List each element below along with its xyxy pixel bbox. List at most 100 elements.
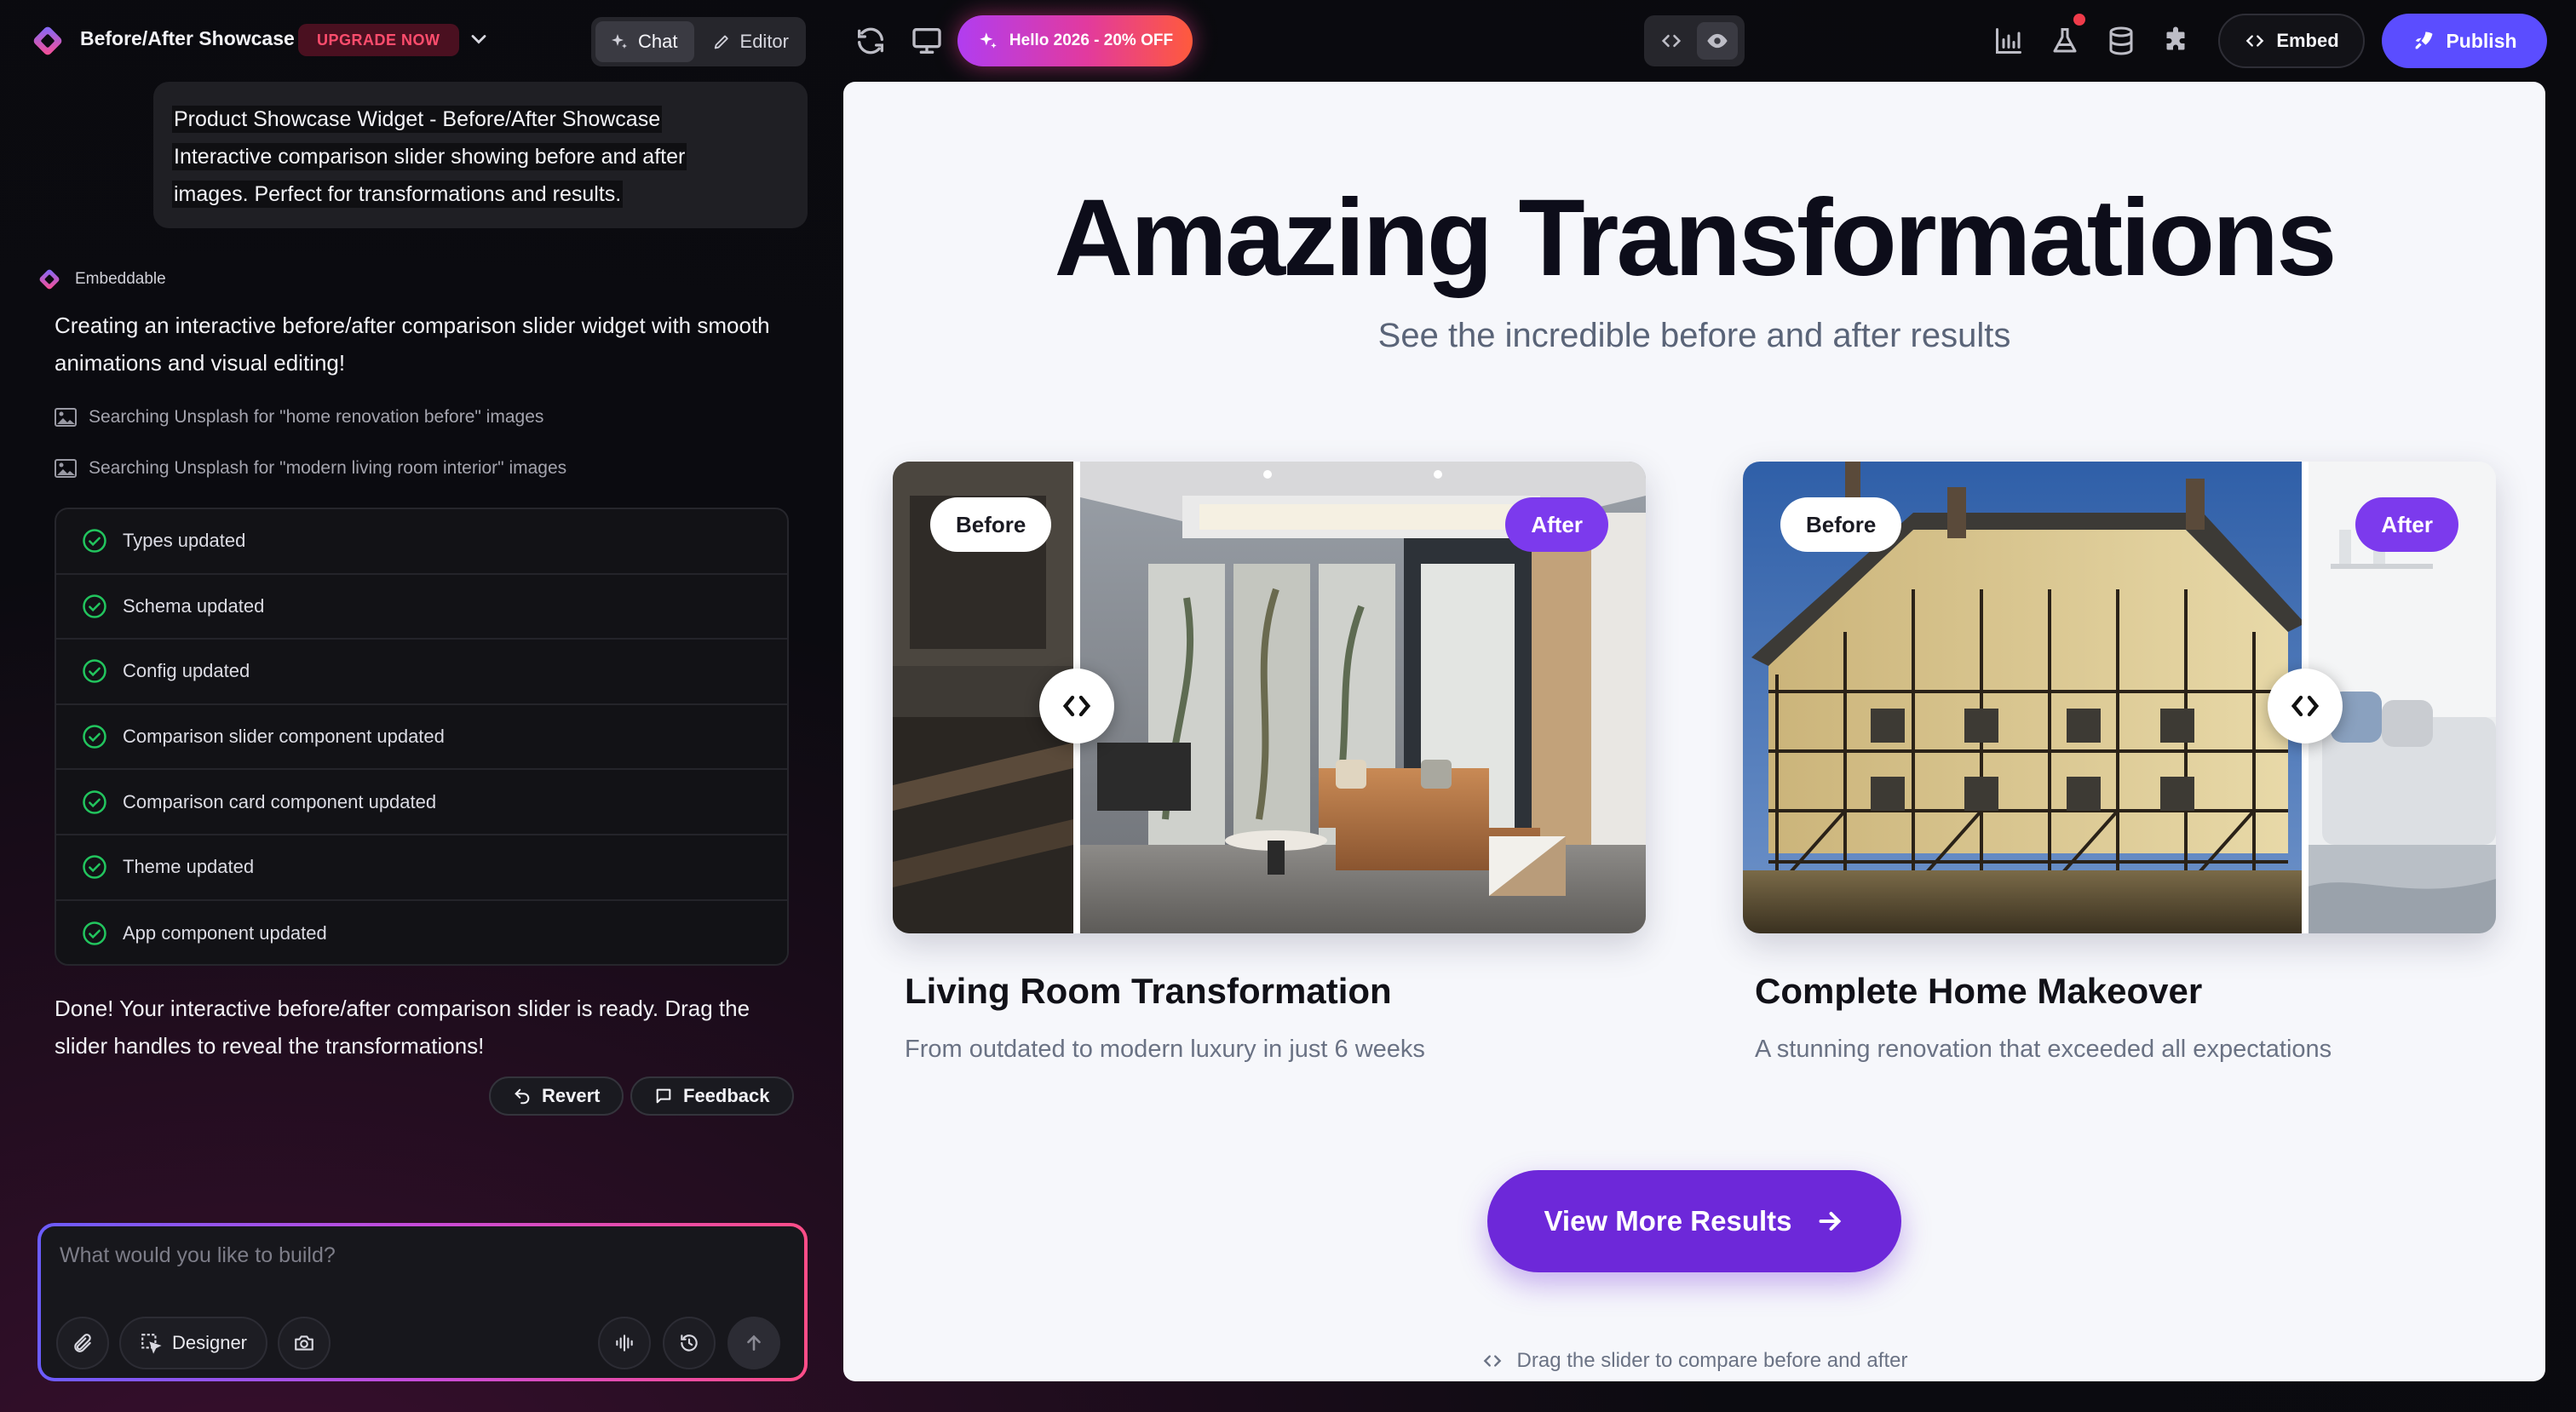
- tab-chat[interactable]: Chat: [595, 21, 694, 62]
- chevron-down-icon[interactable]: [467, 27, 491, 51]
- revert-button[interactable]: Revert: [489, 1076, 624, 1116]
- user-message: Product Showcase Widget - Before/After S…: [153, 82, 808, 228]
- upgrade-button[interactable]: UPGRADE NOW: [298, 24, 459, 56]
- prompt-input[interactable]: What would you like to build?: [60, 1243, 336, 1268]
- view-toggle: [1644, 15, 1745, 66]
- arrow-right-icon: [1819, 1212, 1841, 1231]
- preview-view-button[interactable]: [1697, 22, 1738, 60]
- step-label: App component updated: [123, 921, 327, 944]
- after-badge: After: [1505, 497, 1608, 552]
- promo-label: Hello 2026 - 20% OFF: [1009, 32, 1174, 49]
- pencil-icon: [714, 35, 728, 49]
- step-item: Types updated: [56, 509, 787, 575]
- designer-button[interactable]: Designer: [119, 1317, 267, 1369]
- history-button[interactable]: [663, 1317, 716, 1369]
- image-icon: [55, 459, 77, 478]
- voice-button[interactable]: [598, 1317, 651, 1369]
- check-circle-icon: [83, 789, 106, 814]
- arrow-up-icon: [747, 1335, 761, 1351]
- tab-editor[interactable]: Editor: [699, 21, 802, 62]
- puzzle-icon[interactable]: [2160, 26, 2191, 56]
- search-status: Searching Unsplash for "modern living ro…: [55, 458, 566, 479]
- bot-intro-message: Creating an interactive before/after com…: [55, 313, 770, 376]
- publish-label: Publish: [2446, 29, 2517, 52]
- card-description: From outdated to modern luxury in just 6…: [905, 1036, 1425, 1063]
- app-logo-icon[interactable]: [31, 24, 65, 58]
- desktop-icon[interactable]: [910, 24, 944, 58]
- code-view-button[interactable]: [1651, 22, 1692, 60]
- analytics-icon[interactable]: [1993, 26, 2024, 56]
- step-item: Schema updated: [56, 575, 787, 640]
- bot-logo-icon: [39, 269, 60, 290]
- slider-handle[interactable]: [1039, 669, 1114, 743]
- eye-icon: [1707, 33, 1728, 49]
- before-badge: Before: [930, 497, 1052, 552]
- after-badge: After: [2355, 497, 2458, 552]
- embed-label: Embed: [2276, 30, 2339, 51]
- top-bar: Before/After Showcase UPGRADE NOW Chat E…: [0, 0, 2576, 82]
- page-subtitle: See the incredible before and after resu…: [1377, 317, 2011, 354]
- feedback-button[interactable]: Feedback: [630, 1076, 794, 1116]
- sparkle-icon: [612, 34, 627, 49]
- history-icon: [681, 1335, 698, 1352]
- image-icon: [55, 408, 77, 427]
- comparison-slider-living-room[interactable]: Before After: [893, 462, 1646, 933]
- step-label: Schema updated: [123, 594, 265, 617]
- step-label: Types updated: [123, 530, 246, 552]
- send-button[interactable]: [727, 1317, 780, 1369]
- drag-hint-text: Drag the slider to compare before and af…: [1516, 1349, 1908, 1372]
- paperclip-icon: [74, 1334, 91, 1352]
- check-circle-icon: [83, 594, 106, 618]
- step-label: Comparison slider component updated: [123, 726, 445, 748]
- chevron-left-right-icon: [1062, 695, 1091, 717]
- refresh-icon[interactable]: [854, 24, 888, 58]
- attach-button[interactable]: [56, 1317, 109, 1369]
- publish-button[interactable]: Publish: [2382, 14, 2547, 68]
- message-icon: [656, 1088, 671, 1104]
- database-icon[interactable]: [2106, 26, 2136, 56]
- code-icon: [2245, 35, 2264, 47]
- search-status-text: Searching Unsplash for "modern living ro…: [89, 458, 567, 478]
- embed-button[interactable]: Embed: [2218, 14, 2365, 68]
- chat-composer: What would you like to build? Designer: [37, 1223, 808, 1381]
- check-circle-icon: [83, 659, 106, 684]
- step-item: Comparison slider component updated: [56, 705, 787, 771]
- cta-label: View More Results: [1544, 1205, 1792, 1237]
- select-cursor-icon: [141, 1334, 162, 1354]
- mode-switcher: Chat Editor: [591, 17, 806, 66]
- before-badge: Before: [1780, 497, 1902, 552]
- promo-badge[interactable]: Hello 2026 - 20% OFF: [957, 15, 1193, 66]
- check-circle-icon: [83, 855, 106, 880]
- search-status: Searching Unsplash for "home renovation …: [55, 407, 543, 428]
- bot-done-message: Done! Your interactive before/after comp…: [55, 996, 750, 1059]
- drag-hint: Drag the slider to compare before and af…: [843, 1349, 2545, 1373]
- page-title: Amazing Transformations: [1054, 177, 2337, 299]
- card-title: Complete Home Makeover: [1755, 971, 2203, 1011]
- feedback-label: Feedback: [683, 1085, 770, 1106]
- search-status-text: Searching Unsplash for "home renovation …: [89, 407, 544, 427]
- project-title[interactable]: Before/After Showcase: [80, 27, 295, 50]
- camera-icon: [295, 1335, 313, 1351]
- user-message-line-3: images. Perfect for transformations and …: [172, 181, 624, 208]
- view-more-results-button[interactable]: View More Results: [1487, 1170, 1901, 1272]
- slider-handle[interactable]: [2268, 669, 2343, 743]
- step-label: Comparison card component updated: [123, 790, 437, 812]
- progress-steps: Types updated Schema updated Config upda…: [55, 508, 789, 966]
- check-circle-icon: [83, 921, 106, 945]
- bot-name: Embeddable: [75, 270, 166, 288]
- check-circle-icon: [83, 725, 106, 749]
- screenshot-button[interactable]: [278, 1317, 331, 1369]
- preview-canvas: Amazing Transformations See the incredib…: [843, 82, 2545, 1381]
- app-root: Before/After Showcase UPGRADE NOW Chat E…: [0, 0, 2576, 1412]
- step-item: Theme updated: [56, 835, 787, 901]
- rocket-icon: [2416, 32, 2433, 49]
- comparison-slider-home[interactable]: Before After: [1743, 462, 2496, 933]
- card-title: Living Room Transformation: [905, 971, 1392, 1011]
- step-label: Config updated: [123, 660, 250, 682]
- card-description: A stunning renovation that exceeded all …: [1755, 1036, 2332, 1063]
- flask-icon[interactable]: [2050, 26, 2080, 56]
- step-item: Config updated: [56, 640, 787, 705]
- revert-label: Revert: [542, 1085, 601, 1106]
- code-icon: [1483, 1355, 1501, 1367]
- designer-label: Designer: [171, 1332, 248, 1353]
